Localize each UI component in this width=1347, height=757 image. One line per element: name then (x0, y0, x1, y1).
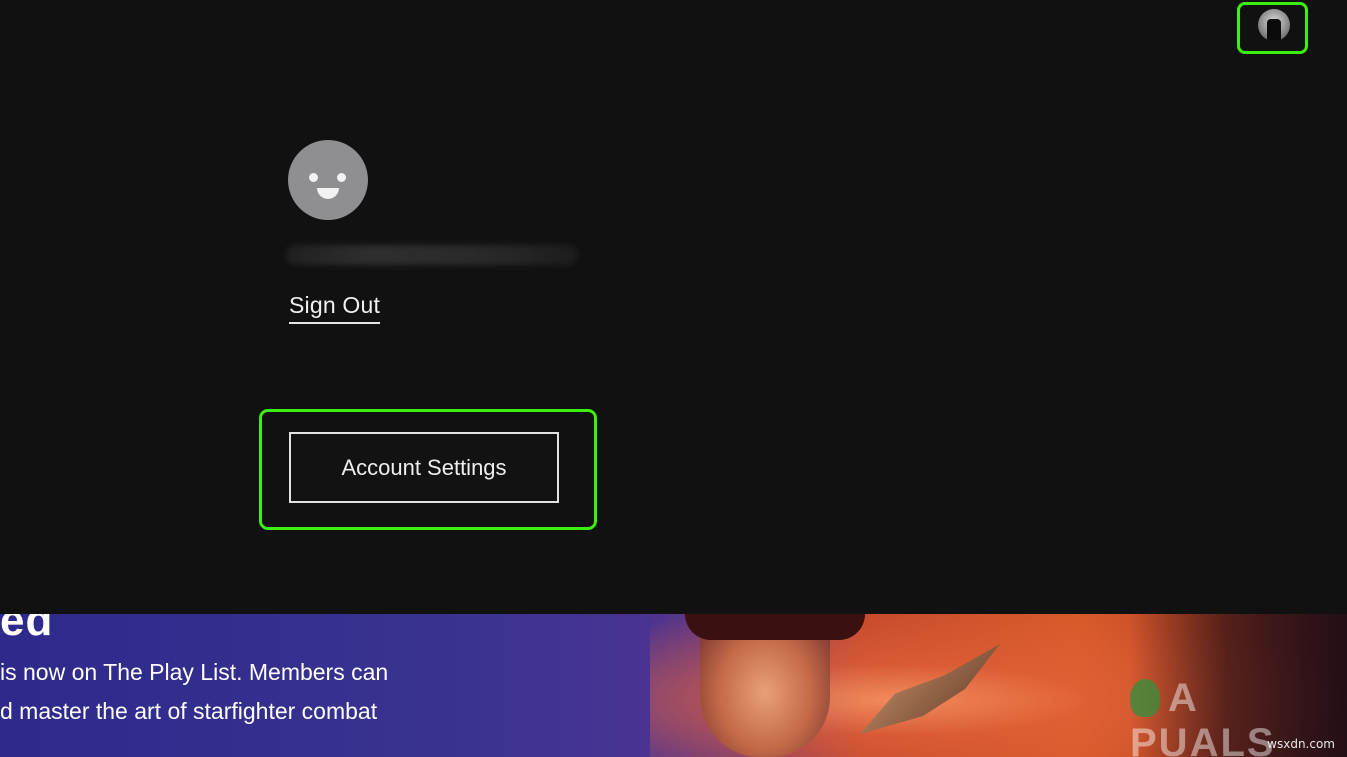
account-settings-button[interactable]: Account Settings (289, 432, 559, 503)
avatar-left-eye (309, 173, 318, 182)
user-avatar-icon[interactable] (1258, 9, 1290, 41)
avatar-right-eye (337, 173, 346, 182)
sign-out-link[interactable]: Sign Out (289, 292, 381, 324)
smiley-face-avatar-icon (288, 140, 368, 220)
profile-avatar-highlight[interactable] (1237, 2, 1308, 54)
site-credit: wsxdn.com (1267, 737, 1335, 751)
blurred-account-name (286, 245, 578, 265)
banner-description-line-2: d master the art of starfighter combat (0, 698, 378, 724)
banner-art-helmet (685, 614, 865, 640)
screen: Sign Out Account Settings ed is now on T… (0, 0, 1347, 757)
mascot-icon (1130, 679, 1160, 717)
banner-title: ed (0, 614, 54, 645)
banner-description-line-1: is now on The Play List. Members can (0, 659, 389, 685)
promo-banner[interactable]: ed is now on The Play List. Members can … (0, 614, 1347, 757)
avatar-mouth (317, 188, 339, 199)
